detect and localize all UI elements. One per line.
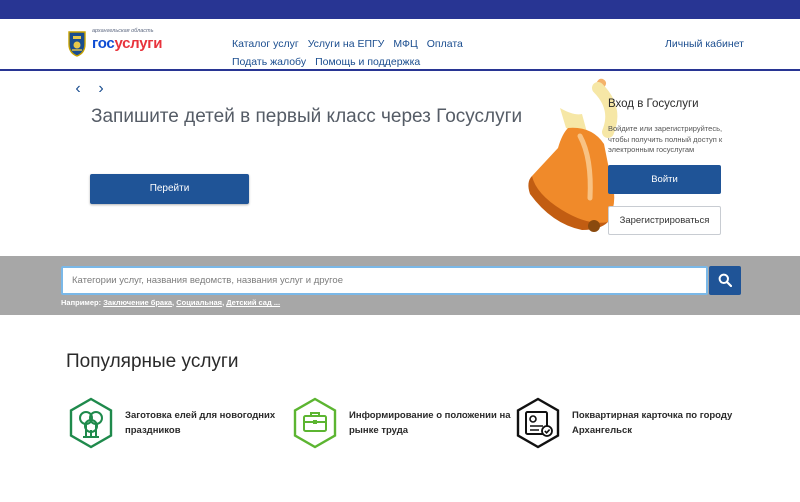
search-examples: Например: Заключение брака, Социальная, … (61, 298, 281, 307)
login-title: Вход в Госуслуги (608, 98, 699, 110)
carousel-controls: ‹ › (70, 80, 116, 98)
register-button[interactable]: Зарегистрироваться (608, 206, 721, 235)
nav-item-payment[interactable]: Оплата (427, 37, 463, 52)
search-input[interactable] (61, 266, 708, 295)
main-nav: Каталог услуг Услуги на ЕПГУ МФЦ Оплата Пода… (232, 34, 542, 70)
popular-services-title: Популярные услуги (66, 351, 239, 372)
nav-item-help[interactable]: Помощь и поддержка (315, 55, 420, 70)
personal-cabinet-link[interactable]: Личный кабинет (665, 38, 744, 50)
service-item-apartment-card[interactable]: Поквартирная карточка по городу Архангел… (513, 397, 743, 449)
service-label-labor: Информирование о положении на рынке труд… (349, 410, 511, 436)
search-icon (718, 273, 732, 287)
id-card-icon (516, 397, 560, 449)
example-link-marriage[interactable]: Заключение брака (103, 298, 172, 307)
gosuslugi-logo[interactable]: архангельская область госуслуги (66, 28, 186, 62)
chevron-right-icon[interactable]: › (93, 81, 109, 98)
nav-item-catalog[interactable]: Каталог услуг (232, 37, 299, 52)
nav-item-mfc[interactable]: МФЦ (393, 37, 417, 52)
logo-region-text: архангельская область (92, 28, 154, 34)
login-button[interactable]: Войти (608, 165, 721, 194)
logo-wordmark-part1: гос (92, 35, 115, 52)
chevron-left-icon[interactable]: ‹ (70, 81, 86, 98)
nav-item-complaint[interactable]: Подать жалобу (232, 55, 306, 70)
examples-prefix: Например: (61, 298, 102, 307)
login-description: Войдите или зарегистрируйтесь, чтобы пол… (608, 124, 723, 154)
service-item-trees[interactable]: Заготовка елей для новогодних праздников (66, 397, 301, 449)
promo-go-button[interactable]: Перейти (90, 174, 249, 204)
site-header: архангельская область госуслуги Каталог … (0, 19, 800, 71)
search-button[interactable] (709, 266, 741, 295)
promo-title: Запишите детей в первый класс через Госу… (91, 106, 523, 127)
logo-wordmark-part2: услуги (114, 35, 163, 52)
service-label-apartment-card: Поквартирная карточка по городу Архангел… (572, 410, 733, 436)
example-link-social[interactable]: Социальная (176, 298, 222, 307)
top-bar (0, 0, 800, 19)
coat-of-arms-icon (68, 31, 86, 57)
example-link-kindergarten[interactable]: Детский сад ... (226, 298, 280, 307)
briefcase-icon (293, 397, 337, 449)
logo-wordmark: госуслуги (92, 35, 162, 52)
trees-icon (69, 397, 113, 449)
service-item-labor[interactable]: Информирование о положении на рынке труд… (290, 397, 511, 449)
service-label-trees: Заготовка елей для новогодних праздников (125, 410, 276, 436)
nav-item-epgu[interactable]: Услуги на ЕПГУ (308, 37, 385, 52)
search-section: Например: Заключение брака, Социальная, … (0, 256, 800, 315)
